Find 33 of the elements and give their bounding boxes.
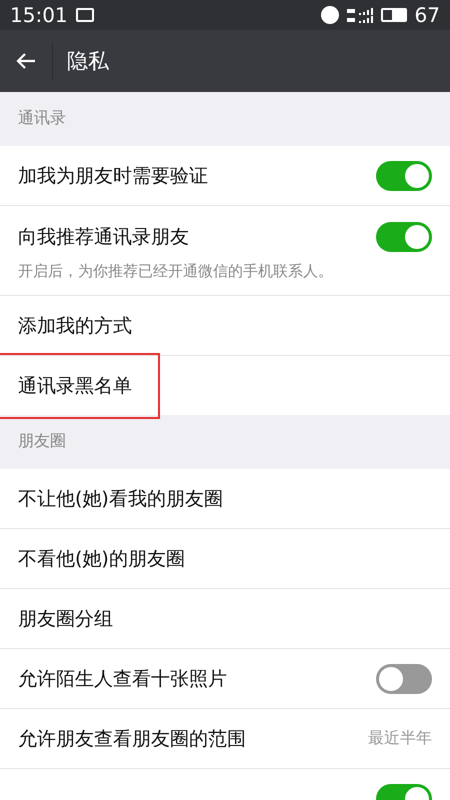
toggle-switch[interactable] — [376, 160, 432, 190]
settings-row[interactable]: 允许陌生人查看十张照片 — [0, 649, 450, 709]
battery-icon — [380, 8, 407, 22]
settings-row[interactable]: 加我为朋友时需要验证 — [0, 146, 450, 206]
row-label: 允许陌生人查看十张照片 — [18, 666, 227, 692]
signal-icon — [346, 8, 373, 22]
settings-row[interactable]: 朋友圈分组 — [0, 589, 450, 649]
row-label: 朋友圈分组 — [18, 606, 113, 632]
settings-row[interactable]: 允许朋友查看朋友圈的范围 最近半年 — [0, 709, 450, 769]
toggle-switch[interactable] — [376, 222, 432, 252]
row-label: 加我为朋友时需要验证 — [18, 164, 208, 188]
image-icon — [76, 8, 94, 22]
section-header: 通讯录 — [0, 92, 450, 146]
row-label: 向我推荐通讯录朋友 — [18, 225, 189, 250]
alarm-icon — [320, 6, 339, 24]
row-value: 最近半年 — [368, 728, 432, 749]
row-label: 添加我的方式 — [18, 314, 132, 338]
arrow-icon — [16, 52, 36, 70]
settings-row[interactable]: 通讯录黑名单 — [0, 356, 450, 415]
settings-row[interactable]: 不看他(她)的朋友圈 — [0, 529, 450, 589]
settings-row[interactable]: 添加我的方式 — [0, 296, 450, 356]
toggle-switch[interactable] — [376, 664, 432, 694]
row-label: 通讯录黑名单 — [0, 354, 158, 416]
row-label: 允许朋友查看朋友圈的范围 — [18, 726, 246, 752]
row-description: 开启后，为你推荐已经开通微信的手机联系人。 — [18, 262, 334, 282]
settings-row[interactable]: 不让他(她)看我的朋友圈 — [0, 469, 450, 529]
settings-row[interactable]: 向我推荐通讯录朋友 开启后，为你推荐已经开通微信的手机联系人。 — [0, 206, 450, 296]
clock-time: 15:01 — [10, 3, 68, 27]
section-header: 朋友圈 — [0, 415, 450, 469]
page-title: 隐私 — [67, 48, 109, 75]
row-label: 不让他(她)看我的朋友圈 — [18, 486, 223, 512]
battery-level: 67 — [414, 3, 440, 27]
row-label: 不看他(她)的朋友圈 — [18, 546, 185, 572]
